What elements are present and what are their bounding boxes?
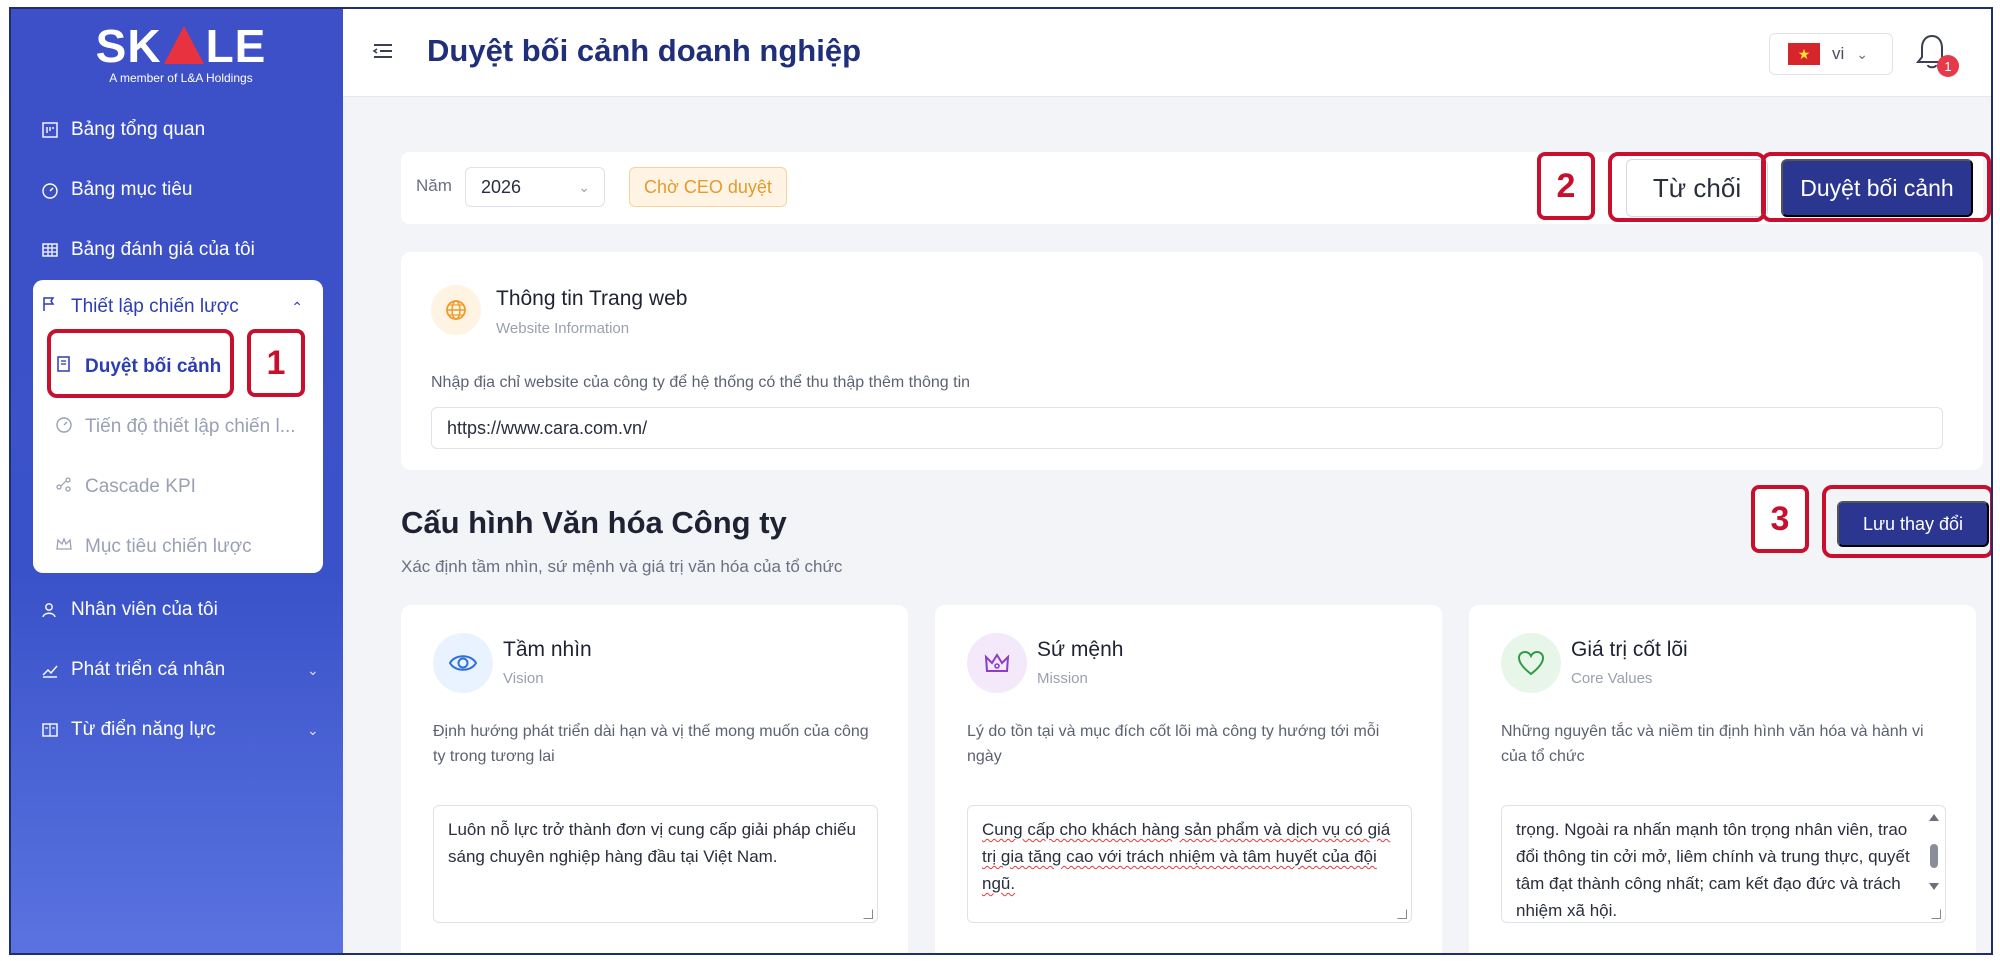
sidebar: SK LE A member of L&A Holdings Bảng tổng … <box>11 9 343 953</box>
notification-badge: 1 <box>1937 55 1959 77</box>
vision-subtitle: Vision <box>503 670 544 687</box>
strategy-submenu: Thiết lập chiến lược ⌃ Duyệt bối cảnh Ti… <box>33 280 323 573</box>
year-label: Năm <box>416 176 452 195</box>
grid-icon <box>41 241 59 259</box>
sidebar-subitem-label: Cascade KPI <box>85 476 196 497</box>
mission-card: Sứ mệnh Mission Lý do tồn tại và mục đíc… <box>935 605 1442 953</box>
chevron-down-icon: ⌄ <box>307 721 319 738</box>
sidebar-subitem-strategy-progress[interactable]: Tiến độ thiết lập chiến l... <box>55 412 296 442</box>
annotation-step-2: 2 <box>1537 152 1595 220</box>
notification-bell-icon[interactable]: 1 <box>1915 33 1959 77</box>
website-description: Nhập địa chỉ website của công ty để hệ t… <box>431 374 971 391</box>
culture-section-title: Cấu hình Văn hóa Công ty <box>401 505 787 540</box>
page-title: Duyệt bối cảnh doanh nghiệp <box>427 33 861 68</box>
annotation-highlight-approve <box>1761 152 1991 222</box>
share-icon <box>55 475 73 499</box>
resize-handle-icon[interactable] <box>863 909 873 919</box>
sidebar-item-goals[interactable]: Bảng mục tiêu <box>41 175 192 205</box>
sidebar-item-strategy[interactable]: Thiết lập chiến lược ⌃ <box>41 292 311 322</box>
status-badge: Chờ CEO duyệt <box>629 167 787 207</box>
website-url-input[interactable]: https://www.cara.com.vn/ <box>431 407 1943 449</box>
vision-title: Tầm nhìn <box>503 638 592 661</box>
sidebar-item-my-reviews[interactable]: Bảng đánh giá của tôi <box>41 235 255 265</box>
core-values-description: Những nguyên tắc và niềm tin định hình v… <box>1501 723 1924 765</box>
textarea-scrollbar[interactable] <box>1927 812 1941 912</box>
website-card-subtitle: Website Information <box>496 320 630 337</box>
app-window: SK LE A member of L&A Holdings Bảng tổng … <box>9 7 1993 955</box>
sidebar-item-label: Từ điển năng lực <box>71 719 216 740</box>
vietnam-flag-icon: ★ <box>1788 43 1820 65</box>
sidebar-item-my-staff[interactable]: Nhân viên của tôi <box>41 595 218 625</box>
logo-text-right: LE <box>205 20 267 72</box>
annotation-highlight-reject <box>1608 152 1766 222</box>
mission-text: Cung cấp cho khách hàng sản phẩm và dịch… <box>982 820 1391 893</box>
annotation-highlight-context-review <box>47 329 234 398</box>
dashboard-icon <box>41 121 59 139</box>
vision-textarea[interactable]: Luôn nỗ lực trở thành đơn vị cung cấp gi… <box>433 805 878 923</box>
year-value: 2026 <box>481 176 522 197</box>
crown-icon <box>55 535 73 559</box>
sidebar-item-label: Nhân viên của tôi <box>71 599 218 620</box>
culture-section-subtitle: Xác định tầm nhìn, sứ mệnh và giá trị vă… <box>401 557 843 576</box>
users-icon <box>41 601 59 619</box>
chevron-up-icon: ⌃ <box>291 298 303 315</box>
website-card-title: Thông tin Trang web <box>496 287 688 310</box>
chevron-down-icon: ⌄ <box>1856 45 1869 62</box>
sidebar-item-label: Thiết lập chiến lược <box>71 296 239 317</box>
sidebar-item-label: Phát triển cá nhân <box>71 659 226 680</box>
mission-subtitle: Mission <box>1037 670 1088 687</box>
sidebar-item-personal-dev[interactable]: Phát triển cá nhân ⌄ <box>41 655 319 685</box>
crown-icon <box>967 633 1027 693</box>
core-values-textarea[interactable]: trọng. Ngoài ra nhấn mạnh tôn trọng nhân… <box>1501 805 1946 923</box>
menu-toggle-icon[interactable] <box>371 39 397 65</box>
eye-icon <box>433 633 493 693</box>
sidebar-item-label: Bảng đánh giá của tôi <box>71 239 255 260</box>
core-values-card: Giá trị cốt lõi Core Values Những nguyên… <box>1469 605 1976 953</box>
sidebar-subitem-label: Mục tiêu chiến lược <box>85 536 252 557</box>
sidebar-item-label: Bảng mục tiêu <box>71 179 193 200</box>
sidebar-subitem-label: Tiến độ thiết lập chiến l... <box>85 416 296 437</box>
flag-icon <box>41 295 59 319</box>
book-icon <box>41 721 59 739</box>
chart-icon <box>41 661 59 679</box>
mission-title: Sứ mệnh <box>1037 638 1124 661</box>
language-selector[interactable]: ★ vi ⌄ <box>1769 33 1893 75</box>
logo[interactable]: SK LE A member of L&A Holdings <box>91 20 271 85</box>
logo-subtitle: A member of L&A Holdings <box>109 71 253 85</box>
mission-textarea[interactable]: Cung cấp cho khách hàng sản phẩm và dịch… <box>967 805 1412 923</box>
heart-icon <box>1501 633 1561 693</box>
sidebar-item-label: Bảng tổng quan <box>71 119 206 140</box>
sidebar-subitem-cascade-kpi[interactable]: Cascade KPI <box>55 472 196 502</box>
chevron-down-icon: ⌄ <box>578 178 590 195</box>
vision-description: Định hướng phát triển dài hạn và vị thế … <box>433 723 869 765</box>
sidebar-item-competency-dict[interactable]: Từ điển năng lực ⌄ <box>41 715 319 745</box>
annotation-step-1: 1 <box>247 329 305 397</box>
logo-text-left: SK <box>95 20 162 72</box>
logo-triangle-icon <box>163 26 204 64</box>
core-values-title: Giá trị cốt lõi <box>1571 638 1688 661</box>
mission-description: Lý do tồn tại và mục đích cốt lõi mà côn… <box>967 723 1380 765</box>
top-header: Duyệt bối cảnh doanh nghiệp ★ vi ⌄ 1 <box>343 9 1991 97</box>
gauge-icon <box>41 181 59 199</box>
website-info-card: Thông tin Trang web Website Information … <box>401 252 1983 470</box>
sidebar-subitem-strategic-goals[interactable]: Mục tiêu chiến lược <box>55 532 252 562</box>
core-values-text: trọng. Ngoài ra nhấn mạnh tôn trọng nhân… <box>1516 820 1910 920</box>
globe-icon <box>431 285 481 335</box>
resize-handle-icon[interactable] <box>1397 909 1407 919</box>
gauge-icon <box>55 415 73 439</box>
sidebar-item-dashboard[interactable]: Bảng tổng quan <box>41 115 205 145</box>
vision-card: Tầm nhìn Vision Định hướng phát triển dà… <box>401 605 908 953</box>
year-select[interactable]: 2026 ⌄ <box>465 167 605 207</box>
annotation-highlight-save <box>1822 485 1991 558</box>
language-code: vi <box>1832 44 1845 63</box>
annotation-step-3: 3 <box>1751 485 1809 553</box>
chevron-down-icon: ⌄ <box>307 661 319 678</box>
core-values-subtitle: Core Values <box>1571 670 1653 687</box>
vision-text: Luôn nỗ lực trở thành đơn vị cung cấp gi… <box>448 820 856 866</box>
